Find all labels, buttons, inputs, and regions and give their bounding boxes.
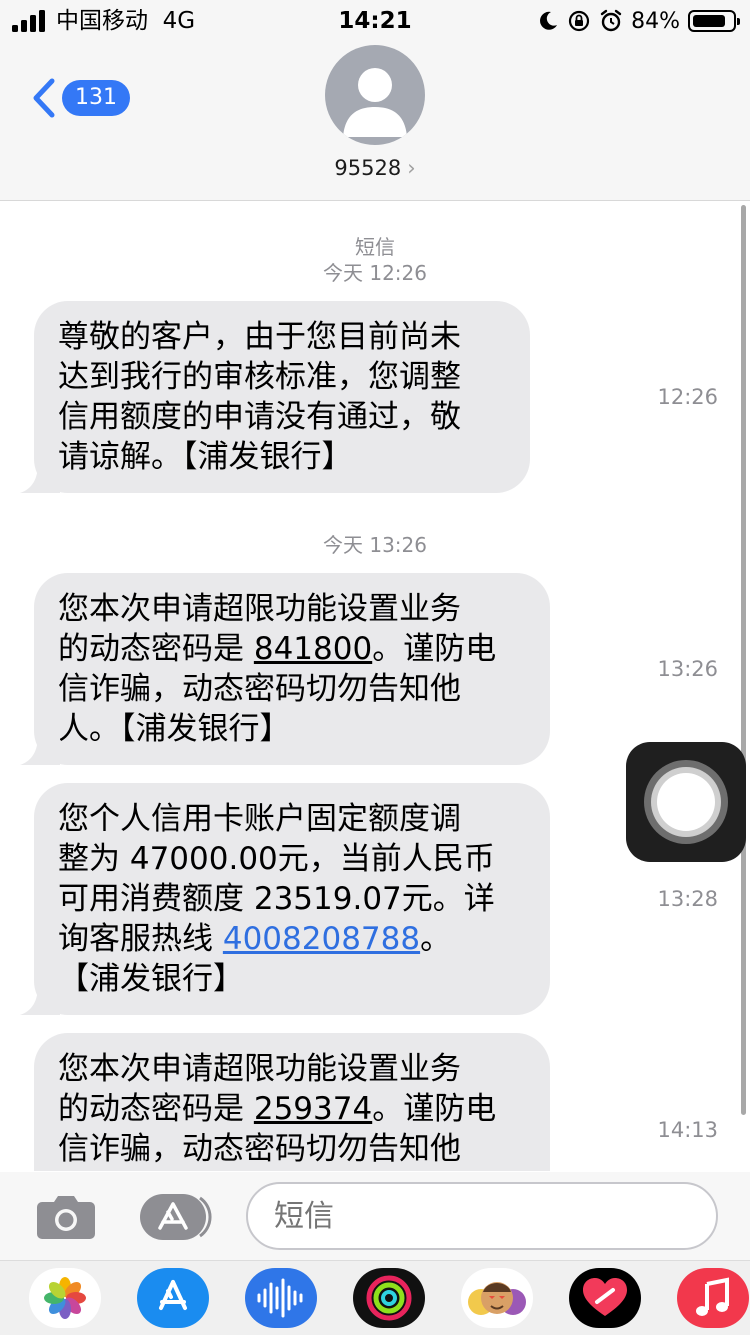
apps-button[interactable] [138, 1192, 212, 1242]
message-timestamp: 13:26 [657, 657, 718, 681]
message-text: 尊敬的客户，由于您目前尚未 达到我行的审核标准，您调整 信用额度的申请没有通过，… [58, 319, 461, 475]
chevron-right-icon: › [407, 156, 416, 180]
app-store-icon [140, 1194, 212, 1240]
composer-bar [0, 1172, 750, 1260]
activity-icon[interactable] [353, 1268, 425, 1328]
message-timestamp: 12:26 [657, 385, 718, 409]
channel-label: 短信 [355, 235, 395, 259]
status-bar: 中国移动 4G 14:21 84% [0, 0, 750, 40]
audio-icon[interactable] [245, 1268, 317, 1328]
moon-icon [540, 11, 558, 30]
contact-avatar[interactable] [325, 45, 425, 145]
message-bubble[interactable]: 您个人信用卡账户固定额度调 整为 47000.00元，当前人民币 可用消费额度 … [20, 783, 550, 1015]
music-icon[interactable] [677, 1268, 749, 1328]
battery-percentage: 84% [631, 8, 680, 34]
alarm-icon [600, 9, 622, 32]
camera-button[interactable] [36, 1194, 96, 1240]
scrollbar[interactable] [741, 205, 746, 1115]
memoji-icon[interactable] [461, 1268, 533, 1328]
rotation-lock-icon [568, 10, 590, 32]
verification-code[interactable]: 841800 [254, 631, 372, 667]
battery-level-fill [693, 15, 725, 27]
message-timestamp: 13:28 [657, 887, 718, 911]
chevron-left-icon [33, 78, 55, 118]
message-bubble[interactable]: 尊敬的客户，由于您目前尚未 达到我行的审核标准，您调整 信用额度的申请没有通过，… [20, 301, 530, 493]
app-store-icon[interactable] [137, 1268, 209, 1328]
photos-icon[interactable] [29, 1268, 101, 1328]
phone-link[interactable]: 4008208788 [223, 921, 420, 957]
date-separator: 今天 13:26 [323, 533, 427, 557]
heart-digital-touch-icon[interactable] [569, 1268, 641, 1328]
message-bubble[interactable]: 您本次申请超限功能设置业务 的动态密码是 259374。谨防电 信诈骗，动态密码… [34, 1033, 550, 1171]
message-timestamp: 14:13 [657, 1118, 718, 1142]
assistive-touch-button[interactable] [626, 742, 746, 862]
message-text: 您本次申请超限功能设置业务 的动态密码是 841800。谨防电 信诈骗，动态密码… [58, 591, 497, 747]
person-icon [343, 68, 407, 137]
battery-icon [688, 10, 740, 32]
message-input[interactable] [246, 1182, 718, 1250]
status-icons: 84% [537, 7, 740, 35]
verification-code[interactable]: 259374 [254, 1091, 372, 1127]
app-drawer [0, 1260, 750, 1335]
contact-name[interactable]: 95528 › [0, 156, 750, 180]
unread-count-badge: 131 [62, 80, 130, 116]
back-button[interactable]: 131 [30, 76, 130, 120]
message-text: 您本次申请超限功能设置业务 的动态密码是 259374。谨防电 信诈骗，动态密码… [58, 1051, 497, 1167]
message-bubble[interactable]: 您本次申请超限功能设置业务 的动态密码是 841800。谨防电 信诈骗，动态密码… [20, 573, 550, 765]
camera-icon [37, 1196, 95, 1239]
message-text: 您个人信用卡账户固定额度调 整为 47000.00元，当前人民币 可用消费额度 … [58, 801, 495, 997]
date-separator: 今天 12:26 [323, 261, 427, 285]
message-thread[interactable]: 短信 今天 12:26 尊敬的客户，由于您目前尚未 达到我行的审核标准，您调整 … [0, 201, 750, 1171]
